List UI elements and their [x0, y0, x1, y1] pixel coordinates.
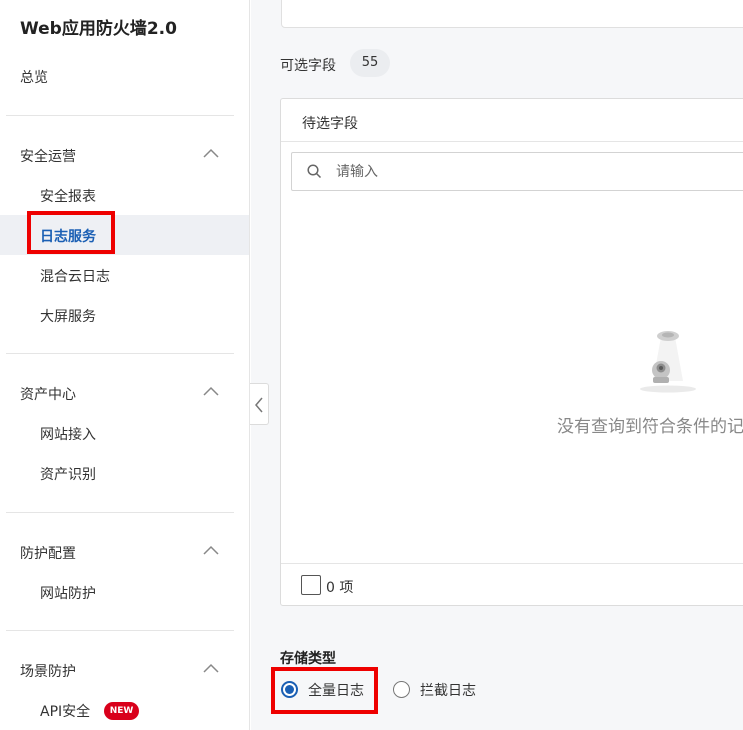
highlight-box-log-service: [27, 211, 115, 254]
selected-count: 0 项: [326, 580, 354, 596]
sidebar-item-big-screen[interactable]: 大屏服务: [40, 306, 96, 326]
sidebar-item-overview[interactable]: 总览: [20, 67, 48, 87]
optional-fields-count-badge: 55: [350, 49, 390, 77]
panel-title: 待选字段: [302, 116, 358, 132]
panel-header: 待选字段: [281, 99, 743, 142]
chevron-up-icon[interactable]: [203, 386, 219, 398]
sidebar-group-asset-center[interactable]: 资产中心: [20, 384, 76, 404]
sidebar-divider: [6, 115, 234, 116]
empty-state-illustration-icon: [631, 329, 701, 397]
radio-block-log[interactable]: [393, 681, 410, 698]
field-selection-panel: 待选字段 没有查询到符合条件的记录 0 项: [280, 98, 743, 606]
panel-footer: 0 项: [281, 563, 743, 606]
main-content: 可选字段 55 待选字段 没有查询到符合条件的记录: [251, 0, 743, 730]
sidebar-item-security-report[interactable]: 安全报表: [40, 186, 96, 206]
highlight-box-full-log: [271, 667, 378, 714]
top-card: [281, 0, 743, 28]
sidebar-group-security-ops[interactable]: 安全运营: [20, 146, 76, 166]
new-badge: NEW: [104, 702, 139, 720]
sidebar-item-asset-identify[interactable]: 资产识别: [40, 464, 96, 484]
sidebar-item-site-protection[interactable]: 网站防护: [40, 583, 96, 603]
chevron-up-icon[interactable]: [203, 663, 219, 675]
radio-block-log-label[interactable]: 拦截日志: [420, 680, 476, 700]
search-icon: [307, 164, 322, 183]
sidebar-group-scenario-protection[interactable]: 场景防护: [20, 661, 76, 681]
optional-fields-label: 可选字段: [280, 58, 336, 74]
sidebar-item-hybrid-cloud-log[interactable]: 混合云日志: [40, 266, 110, 286]
sidebar-collapse-button[interactable]: [250, 383, 269, 425]
search-box[interactable]: [291, 152, 743, 191]
app-title: Web应用防火墙2.0: [20, 19, 177, 39]
search-input[interactable]: [336, 161, 736, 183]
select-all-checkbox[interactable]: [301, 575, 321, 595]
storage-type-title: 存储类型: [280, 651, 336, 667]
sidebar-divider: [6, 512, 234, 513]
sidebar: Web应用防火墙2.0 总览 安全运营 安全报表 日志服务 混合云日志 大屏服务…: [0, 0, 250, 730]
sidebar-item-api-security[interactable]: API安全: [40, 701, 90, 721]
sidebar-item-site-access[interactable]: 网站接入: [40, 424, 96, 444]
chevron-up-icon[interactable]: [203, 148, 219, 160]
sidebar-divider: [6, 630, 234, 631]
sidebar-divider: [6, 353, 234, 354]
empty-state-text: 没有查询到符合条件的记录: [557, 417, 743, 437]
chevron-up-icon[interactable]: [203, 545, 219, 557]
sidebar-group-protection-config[interactable]: 防护配置: [20, 543, 76, 563]
